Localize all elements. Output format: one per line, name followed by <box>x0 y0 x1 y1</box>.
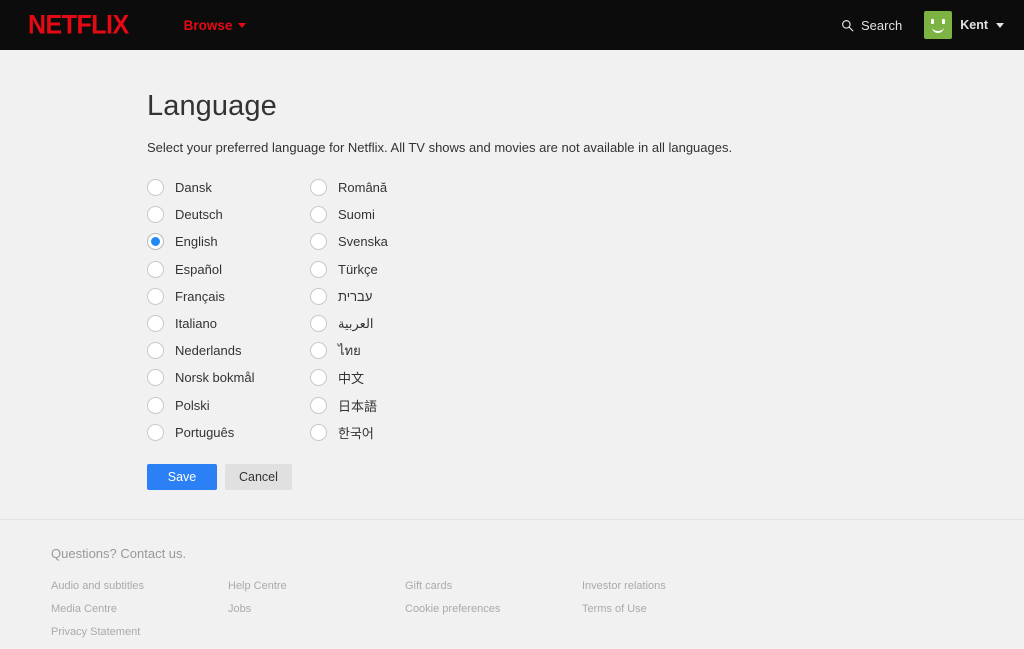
language-option-right[interactable]: Suomi <box>310 201 577 228</box>
language-option-right[interactable]: 中文 <box>310 364 577 391</box>
language-label: ไทย <box>338 343 361 359</box>
language-label: English <box>175 234 218 250</box>
search-button[interactable]: Search <box>841 18 902 33</box>
footer-link[interactable]: Audio and subtitles <box>51 580 228 592</box>
footer-link[interactable]: Jobs <box>228 603 405 615</box>
chevron-down-icon <box>996 22 1004 28</box>
language-label: Svenska <box>338 234 388 250</box>
language-option-right[interactable]: עברית <box>310 283 577 310</box>
netflix-logo[interactable]: NETFLIX <box>28 9 129 40</box>
language-label: Français <box>175 288 225 304</box>
footer-column-2: Help Centre Jobs <box>228 580 405 649</box>
footer-link[interactable]: Investor relations <box>582 580 1024 592</box>
radio-button[interactable] <box>310 206 327 224</box>
browse-dropdown[interactable]: Browse <box>184 18 247 33</box>
language-label: Nederlands <box>175 343 242 359</box>
language-label: Dansk <box>175 180 212 196</box>
language-option-left[interactable]: English <box>147 228 310 255</box>
footer-contact-link[interactable]: Questions? Contact us. <box>51 546 1024 561</box>
footer-link[interactable]: Terms of Use <box>582 603 1024 615</box>
language-option-left[interactable]: Español <box>147 256 310 283</box>
language-label: Polski <box>175 397 210 413</box>
language-label: 中文 <box>338 371 365 387</box>
footer-link[interactable]: Media Centre <box>51 603 228 615</box>
radio-button[interactable] <box>310 179 327 197</box>
language-label: 日本語 <box>338 398 378 414</box>
language-label: Español <box>175 261 222 277</box>
avatar-smile <box>932 25 945 33</box>
language-label: Suomi <box>338 207 375 223</box>
radio-button[interactable] <box>147 179 164 197</box>
language-label: Italiano <box>175 316 217 332</box>
language-option-right[interactable]: Türkçe <box>310 256 577 283</box>
language-label: Português <box>175 424 235 440</box>
site-header: NETFLIX Browse Search Kent <box>0 0 1024 50</box>
language-label: Deutsch <box>175 207 223 223</box>
radio-button[interactable] <box>310 423 327 441</box>
language-option-right[interactable]: ไทย <box>310 337 577 364</box>
footer-column-1: Audio and subtitles Media Centre Privacy S… <box>51 580 228 649</box>
account-name: Kent <box>960 18 988 32</box>
language-option-left[interactable]: Deutsch <box>147 201 310 228</box>
avatar <box>924 11 953 39</box>
radio-button[interactable] <box>147 423 164 441</box>
language-label: Norsk bokmål <box>175 370 255 386</box>
account-menu[interactable]: Kent <box>924 11 1004 39</box>
language-option-right[interactable]: Svenska <box>310 228 577 255</box>
radio-button[interactable] <box>310 315 327 333</box>
footer-link[interactable]: Gift cards <box>405 580 582 592</box>
radio-button[interactable] <box>310 396 327 414</box>
language-option-left[interactable]: Polski <box>147 392 310 419</box>
chevron-down-icon <box>238 22 247 28</box>
page-title: Language <box>147 90 277 122</box>
language-option-left[interactable]: Dansk <box>147 174 310 201</box>
language-label: Română <box>338 180 388 196</box>
language-option-right[interactable]: العربية <box>310 310 577 337</box>
language-options-grid: Dansk Română Deutsch Suomi English Svenska Esp… <box>147 174 577 446</box>
browse-label: Browse <box>183 17 233 33</box>
radio-button[interactable] <box>147 260 164 278</box>
save-button[interactable]: Save <box>147 463 217 490</box>
language-option-left[interactable]: Norsk bokmål <box>147 364 310 391</box>
language-option-right[interactable]: 日本語 <box>310 392 577 419</box>
language-option-left[interactable]: Nederlands <box>147 337 310 364</box>
cancel-button[interactable]: Cancel <box>225 463 292 490</box>
language-option-left[interactable]: Français <box>147 283 310 310</box>
language-label: 한국어 <box>338 425 374 441</box>
radio-button[interactable] <box>310 287 327 305</box>
avatar-eye-left <box>931 19 935 24</box>
language-option-right[interactable]: 한국어 <box>310 419 577 446</box>
radio-button[interactable] <box>147 287 164 305</box>
radio-button[interactable] <box>310 369 327 387</box>
radio-button[interactable] <box>147 342 164 360</box>
form-actions: Save Cancel <box>147 463 1024 490</box>
radio-button[interactable] <box>147 315 164 333</box>
footer-link[interactable]: Help Centre <box>228 580 405 592</box>
footer-link-columns: Audio and subtitles Media Centre Privacy S… <box>51 580 1024 649</box>
language-option-right[interactable]: Română <box>310 174 577 201</box>
radio-button-selected[interactable] <box>147 233 164 251</box>
footer-column-4: Investor relations Terms of Use <box>582 580 1024 649</box>
language-label: Türkçe <box>338 261 378 277</box>
search-icon <box>842 19 854 31</box>
avatar-eye-right <box>942 19 946 24</box>
header-right-group: Search Kent <box>841 11 1004 39</box>
radio-button[interactable] <box>310 342 327 360</box>
language-label: עברית <box>338 288 373 304</box>
radio-button[interactable] <box>147 396 164 414</box>
language-option-left[interactable]: Português <box>147 419 310 446</box>
footer-link[interactable]: Privacy Statement <box>51 626 228 638</box>
radio-button[interactable] <box>147 206 164 224</box>
radio-button[interactable] <box>147 369 164 387</box>
radio-button[interactable] <box>310 260 327 278</box>
site-footer: Questions? Contact us. Audio and subtitl… <box>0 519 1024 649</box>
page-subtitle: Select your preferred language for Netfl… <box>147 140 733 155</box>
footer-link[interactable]: Cookie preferences <box>405 603 582 615</box>
radio-button[interactable] <box>310 233 327 251</box>
language-option-left[interactable]: Italiano <box>147 310 310 337</box>
main-content: Language Select your preferred language … <box>0 50 1024 490</box>
footer-column-3: Gift cards Cookie preferences <box>405 580 582 649</box>
language-label: العربية <box>338 315 374 331</box>
search-label: Search <box>861 17 903 33</box>
